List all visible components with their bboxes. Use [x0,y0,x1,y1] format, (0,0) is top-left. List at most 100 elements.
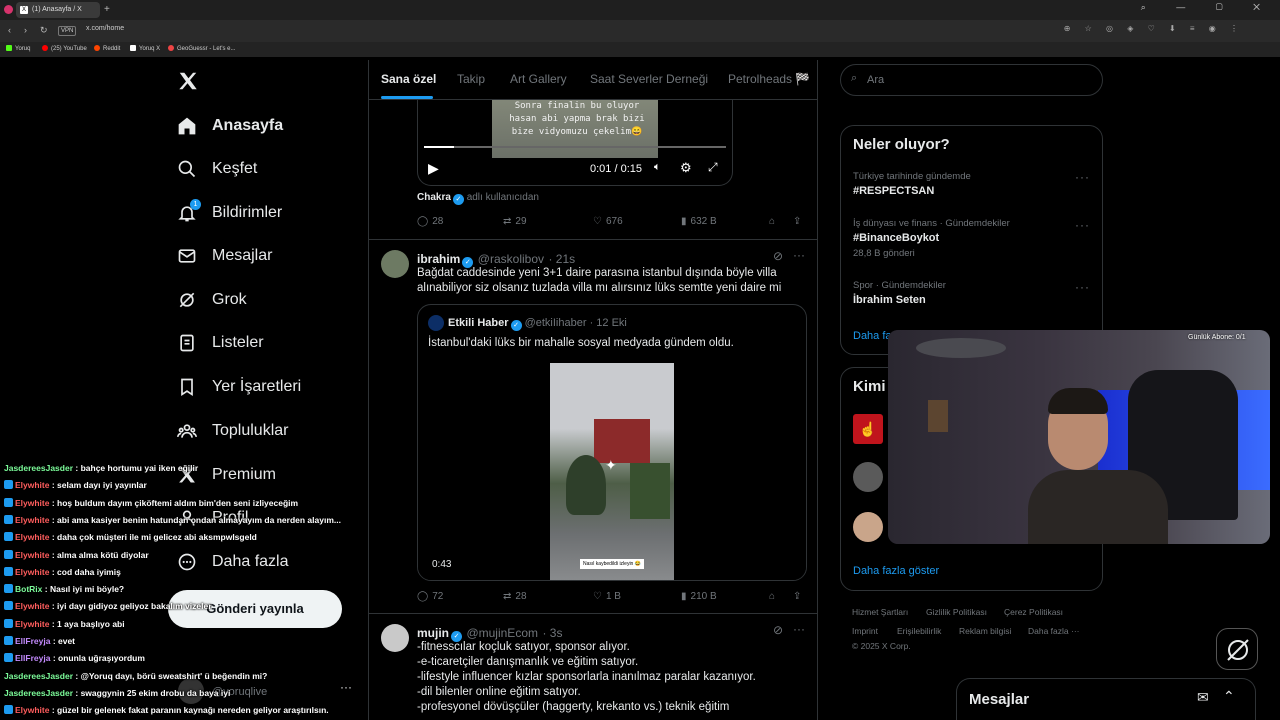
x-logo-icon[interactable] [177,70,199,92]
grok-floating-button[interactable] [1216,628,1258,670]
copyright: © 2025 X Corp. [852,641,911,651]
share-button[interactable]: ⇪ [793,591,801,602]
nav-home[interactable]: Anasayfa [176,106,356,146]
repost-button[interactable]: ⇄ 29 [503,216,527,227]
mail-icon [176,245,198,267]
grok-icon[interactable]: ⊘ [773,623,783,637]
new-message-icon[interactable]: ✉ [1197,689,1209,706]
avatar[interactable] [853,462,883,492]
url-field[interactable]: x.com/home [86,25,124,32]
tab-for-you[interactable]: Sana özel [381,72,436,86]
window-controls[interactable]: ⌕ — ▢ ✕ [1141,2,1274,13]
settings-gear-icon[interactable]: ⚙ [680,160,692,176]
views-button[interactable]: ▮ 632 B [681,216,717,227]
bookmark-item[interactable]: GeoGuessr - Let's e... [168,45,236,52]
bookmark-button[interactable]: ⌂ [769,216,775,227]
author-handle[interactable]: @raskolibov [478,252,544,266]
footer-link[interactable]: Reklam bilgisi [959,626,1011,636]
search-placeholder: Ara [867,74,885,86]
reload-icon[interactable]: ↻ [40,25,48,36]
vpn-badge[interactable]: VPN [58,26,77,36]
views-icon: ▮ [681,591,687,602]
footer-link[interactable]: Erişilebilirlik [897,626,941,636]
more-dots-icon[interactable]: ··· [793,622,805,636]
webcam-overlay: Günlük Abone: 0/1 [888,330,1270,544]
chat-text: : 1 aya başlıyo abi [51,618,125,629]
more-dots-icon[interactable]: ··· [1075,218,1090,232]
chat-text: : alma alma kötü diyolar [51,549,149,560]
trend-item[interactable]: Türkiye tarihinde gündemde #RESPECTSAN ·… [841,166,1102,204]
quote-video[interactable]: ✦ Nasıl kaybedildi izleyin 😂 0:43 [418,363,806,580]
nav-bookmarks[interactable]: Yer İşaretleri [176,367,356,407]
share-button[interactable]: ⇪ [793,216,801,227]
author-name[interactable]: ibrahim [417,252,460,266]
like-button[interactable]: ♡ 1 B [593,591,621,602]
footer-link[interactable]: Gizlilik Politikası [926,607,987,617]
footer-link[interactable]: Hizmet Şartları [852,607,908,617]
messages-drawer[interactable]: Mesajlar ✉ ⌃ [956,678,1256,720]
reply-button[interactable]: ◯ 72 [417,591,443,602]
volume-icon[interactable]: 🔈︎ [654,161,661,174]
play-icon[interactable]: ▶ [428,160,439,177]
new-tab-button[interactable]: + [104,4,110,16]
views-button[interactable]: ▮ 210 B [681,591,717,602]
back-icon[interactable]: ‹ [8,25,11,35]
search-input[interactable]: ⌕ Ara [840,64,1103,96]
chat-text: : swaggynin 25 ekim drobu da baya iyi [75,687,231,698]
quoted-tweet[interactable]: Etkili Haber ✓ @etkiIihaber · 12 Eki İsta… [417,304,807,581]
avatar[interactable] [381,250,409,278]
grok-icon[interactable]: ⊘ [773,249,783,263]
trend-item[interactable]: İş dünyası ve finans · Gündemdekiler #Bi… [841,214,1102,266]
more-dots-icon[interactable]: ··· [1075,170,1090,184]
tab-art-gallery[interactable]: Art Gallery [510,72,567,86]
like-button[interactable]: ♡ 676 [593,216,623,227]
nav-explore[interactable]: Keşfet [176,149,356,189]
bookmark-item[interactable]: (25) YouTube [42,45,87,52]
nav-lists[interactable]: Listeler [176,323,356,363]
video-duration: 0:43 [432,559,452,570]
avatar[interactable]: ☝ [853,414,883,444]
avatar[interactable] [381,624,409,652]
chat-message: Elywhite : abi ama kasiyer benim hatunda… [4,514,341,526]
video-caption: Sonra finalin bu oluyor hasan abi yapma … [509,101,645,137]
footer-link[interactable]: Imprint [852,626,878,636]
nav-grok[interactable]: Grok [176,280,356,320]
chat-message: Elywhite : selam dayı iyi yayınlar [4,479,147,491]
chevron-up-icon[interactable]: ⌃ [1223,688,1235,705]
bookmark-button[interactable]: ⌂ [769,591,775,602]
tweet-time[interactable]: · 21s [548,252,575,266]
more-dots-icon[interactable]: ··· [793,248,805,262]
show-more-link[interactable]: Daha fazla göster [853,565,939,577]
author-handle[interactable]: @mujinEcom [466,626,538,640]
bookmark-item[interactable]: Yoruq [6,45,30,52]
extension-icons[interactable]: ⊕ ☆ ◎ ◈ ♡ ⬇ ≡ ◉ ⋮ [1064,24,1244,33]
search-icon: ⌕ [851,72,858,84]
chat-text: : cod daha iyimiş [51,566,121,577]
bookmark-item[interactable]: Reddit [94,45,120,52]
author-name[interactable]: mujin [417,626,449,640]
show-more-link[interactable]: Daha fa [853,330,892,342]
reply-button[interactable]: ◯ 28 [417,216,443,227]
search-icon [176,158,198,180]
tweet-time[interactable]: · 3s [542,626,562,640]
more-dots-icon[interactable]: ··· [1075,280,1090,294]
subscribe-button[interactable] [855,96,927,102]
chat-username: Elywhite [15,705,50,716]
avatar[interactable] [853,512,883,542]
bookmark-item[interactable]: Yoruq X [130,45,160,52]
footer-link[interactable]: Çerez Politikası [1004,607,1063,617]
repost-button[interactable]: ⇄ 28 [503,591,527,602]
nav-notifications[interactable]: 1 Bildirimler [176,193,356,233]
nav-communities[interactable]: Topluluklar [176,411,356,451]
tab-watch-lovers[interactable]: Saat Severler Derneği [590,72,708,86]
tab-petrolheads[interactable]: Petrolheads 🏁 [728,72,810,86]
tweet-text: Bağdat caddesinde yeni 3+1 daire parasın… [417,267,782,294]
trend-item[interactable]: Spor · Gündemdekiler İbrahim Seten ··· [841,276,1102,314]
nav-messages[interactable]: Mesajlar [176,236,356,276]
fullscreen-icon[interactable]: ⤢ [708,160,718,175]
forward-icon[interactable]: › [24,25,27,35]
footer-link[interactable]: Daha fazla ··· [1028,626,1080,636]
video-progress[interactable] [424,146,726,148]
tab-following[interactable]: Takip [457,72,485,86]
browser-tab[interactable]: X (1) Anasayfa / X [16,2,100,18]
